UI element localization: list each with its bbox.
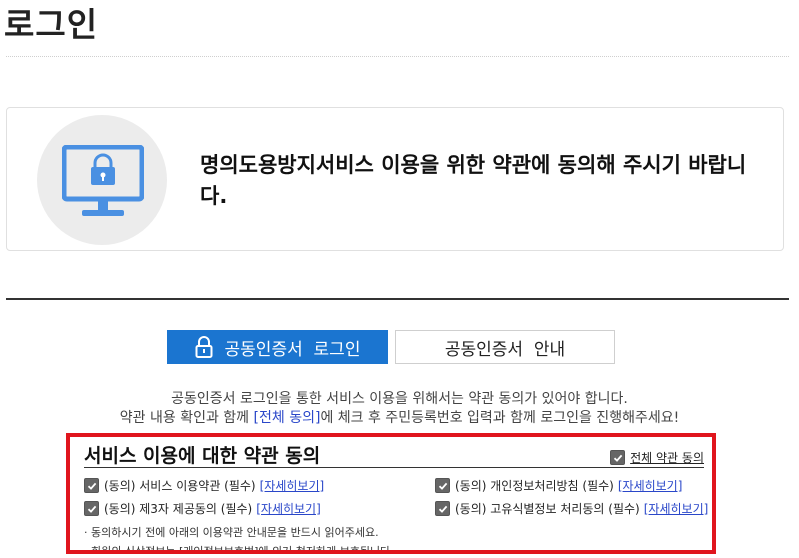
all-agree-label: 전체 약관 동의	[630, 451, 704, 465]
terms-item-label: (동의) 고유식별정보 처리동의 (필수)	[455, 502, 640, 516]
intro-line-2-prefix: 약관 내용 확인과 함께	[119, 410, 254, 426]
monitor-lock-icon	[61, 144, 145, 225]
section-divider	[6, 298, 789, 300]
notice-icon-circle	[37, 115, 167, 245]
tab-cert-login[interactable]: 공동인증서 로그인	[167, 330, 388, 364]
terms-item-unique-id[interactable]: (동의) 고유식별정보 처리동의 (필수) [자세히보기]	[435, 500, 708, 517]
intro-line-1: 공동인증서 로그인을 통한 서비스 이용을 위해서는 약관 동의가 있어야 합니…	[171, 391, 628, 407]
terms-note-2: · 회원의 신상정보는 [개인정보보호법]에 의거 철저하게 보호됩니다.	[84, 545, 394, 554]
detail-link[interactable]: [자세히보기]	[644, 500, 709, 517]
detail-link[interactable]: [자세히보기]	[260, 477, 325, 494]
terms-item-service[interactable]: (동의) 서비스 이용약관 (필수) [자세히보기]	[84, 477, 324, 494]
terms-box: 서비스 이용에 대한 약관 동의 전체 약관 동의 (동의) 서비스 이용약관 …	[66, 433, 716, 554]
terms-item-label: (동의) 제3자 제공동의 (필수)	[104, 502, 253, 516]
intro-line-2-suffix: 에 체크 후 주민등록번호 입력과 함께 로그인을 진행해주세요!	[320, 410, 680, 426]
checkbox-checked-icon[interactable]	[84, 501, 99, 516]
tab-cert-login-label: 공동인증서 로그인	[224, 339, 361, 360]
tab-cert-guide[interactable]: 공동인증서 안내	[395, 330, 615, 364]
terms-item-third-party[interactable]: (동의) 제3자 제공동의 (필수) [자세히보기]	[84, 500, 321, 517]
terms-item-privacy[interactable]: (동의) 개인정보처리방침 (필수) [자세히보기]	[435, 477, 682, 494]
tab-cert-guide-label: 공동인증서 안내	[444, 339, 566, 360]
notice-message: 명의도용방지서비스 이용을 위한 약관에 동의해 주시기 바랍니다.	[200, 153, 747, 208]
page-title: 로그인	[4, 5, 99, 44]
checkbox-checked-icon[interactable]	[84, 478, 99, 493]
checkbox-checked-icon[interactable]	[435, 478, 450, 493]
terms-note-1: · 동의하시기 전에 아래의 이용약관 안내문을 반드시 읽어주세요.	[84, 526, 379, 539]
all-agree-checkbox[interactable]: 전체 약관 동의	[610, 449, 704, 466]
terms-item-label: (동의) 개인정보처리방침 (필수)	[455, 479, 614, 493]
detail-link[interactable]: [자세히보기]	[618, 477, 683, 494]
notice-box: 명의도용방지서비스 이용을 위한 약관에 동의해 주시기 바랍니다.	[6, 107, 784, 251]
terms-title: 서비스 이용에 대한 약관 동의	[84, 445, 321, 467]
intro-line-2: 약관 내용 확인과 함께 [전체 동의]에 체크 후 주민등록번호 입력과 함께…	[0, 407, 799, 427]
checkbox-checked-icon[interactable]	[435, 501, 450, 516]
checkbox-checked-icon	[610, 450, 626, 465]
all-agree-link[interactable]: [전체 동의]	[254, 410, 321, 426]
terms-item-label: (동의) 서비스 이용약관 (필수)	[104, 479, 256, 493]
detail-link[interactable]: [자세히보기]	[256, 500, 321, 517]
lock-icon	[195, 336, 213, 358]
terms-title-underline	[84, 467, 704, 468]
title-divider	[6, 56, 789, 57]
